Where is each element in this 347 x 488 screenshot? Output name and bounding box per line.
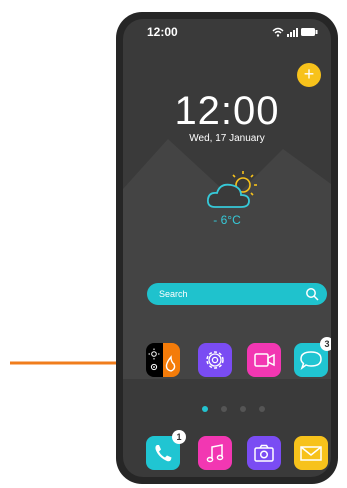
status-icons <box>272 27 318 37</box>
page-dot-1[interactable] <box>202 406 208 412</box>
video-app[interactable] <box>247 343 281 377</box>
messages-badge: 3 <box>320 337 331 351</box>
video-camera-icon <box>254 353 275 367</box>
page-dot-3[interactable] <box>240 406 246 412</box>
camera-app[interactable] <box>247 436 281 470</box>
phone-screen: 12:00 + 12:00 Wed, 17 January - 6°C Sear… <box>123 19 331 477</box>
settings-app[interactable] <box>198 343 232 377</box>
add-button[interactable]: + <box>297 63 321 87</box>
gear-icon <box>206 351 224 369</box>
wifi-icon <box>272 27 284 37</box>
signal-icon <box>287 28 298 37</box>
temperature: - 6°C <box>213 213 241 227</box>
page-dot-4[interactable] <box>259 406 265 412</box>
page-dot-2[interactable] <box>221 406 227 412</box>
search-input[interactable] <box>159 286 299 302</box>
search-bar[interactable] <box>147 283 327 305</box>
mail-app[interactable] <box>294 436 328 470</box>
mail-icon <box>300 446 322 461</box>
status-time: 12:00 <box>147 25 178 39</box>
camera-icon <box>254 444 274 462</box>
lock-clock: 12:00 <box>174 89 280 133</box>
music-note-icon <box>206 444 224 463</box>
phone-badge: 1 <box>172 430 186 444</box>
battery-icon <box>301 28 318 36</box>
lock-date: Wed, 17 January <box>189 133 265 144</box>
music-app[interactable] <box>198 436 232 470</box>
theme-toggle-app[interactable] <box>146 343 180 377</box>
search-icon[interactable] <box>305 287 319 301</box>
partly-sunny-icon <box>206 171 257 208</box>
